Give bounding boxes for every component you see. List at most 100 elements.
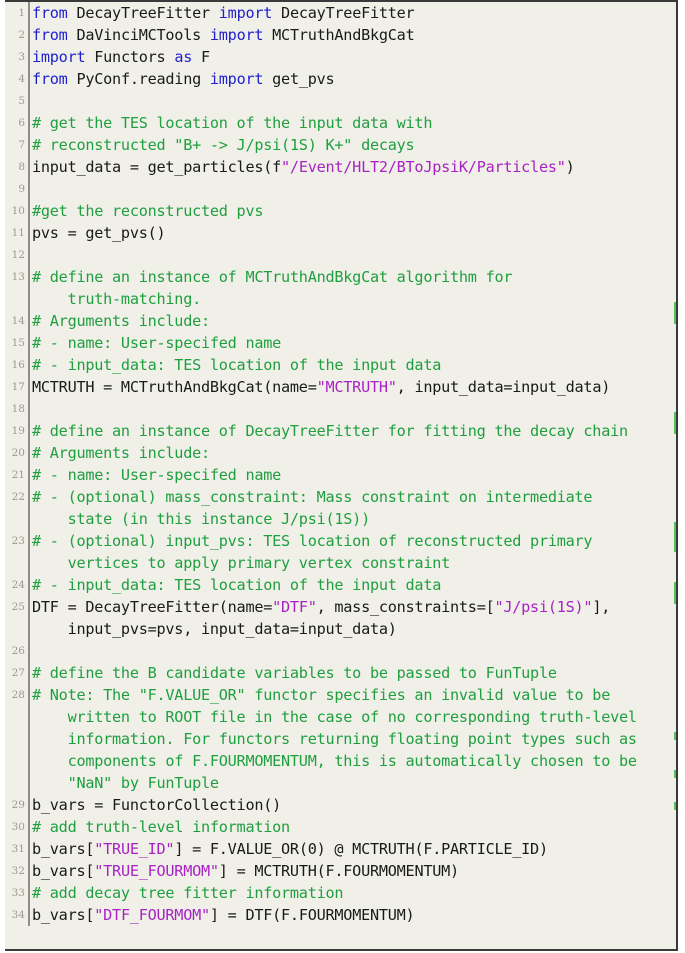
line-number <box>5 508 25 530</box>
gutter-rule <box>28 596 30 618</box>
token-cm: vertices to apply primary vertex constra… <box>32 554 451 572</box>
code-line: 26 <box>5 640 676 662</box>
code-text: b_vars = FunctorCollection() <box>32 794 281 816</box>
line-number <box>5 706 25 728</box>
code-line: 23 # - (optional) input_pvs: TES location… <box>5 530 676 552</box>
code-line: 5 <box>5 90 676 112</box>
token-tx: ] = MCTRUTH(F.FOURMOMENTUM) <box>218 862 459 880</box>
line-number: 24 <box>11 579 25 591</box>
line-number: 28 <box>11 689 25 701</box>
gutter-rule <box>28 46 30 68</box>
token-kw: import <box>209 26 264 44</box>
code-text: written to ROOT file in the case of no c… <box>32 706 637 728</box>
code-text: # - (optional) mass_constraint: Mass con… <box>32 486 593 508</box>
gutter-rule <box>28 222 30 244</box>
gutter-rule <box>28 310 30 332</box>
code-listing: 1 from DecayTreeFitter import DecayTreeFi… <box>5 0 678 951</box>
token-tx: input_data = get_particles(f <box>32 158 282 176</box>
left-margin-mask <box>0 0 5 953</box>
token-cm: # - input_data: TES location of the inpu… <box>32 356 442 374</box>
token-st: "DTF_FOURMOM" <box>94 906 210 924</box>
code-text: # define an instance of MCTruthAndBkgCat… <box>32 266 513 288</box>
code-text: import Functors as F <box>32 46 210 68</box>
gutter-rule <box>28 508 30 530</box>
gutter-rule <box>28 662 30 684</box>
line-number: 23 <box>11 535 25 547</box>
code-line: 11 pvs = get_pvs() <box>5 222 676 244</box>
code-line: 22 # - (optional) mass_constraint: Mass c… <box>5 486 676 508</box>
code-line: 29 b_vars = FunctorCollection() <box>5 794 676 816</box>
gutter-rule <box>28 376 30 398</box>
line-number: 14 <box>11 315 25 327</box>
line-number: 2 <box>18 29 25 41</box>
line-number: 19 <box>11 425 25 437</box>
token-tx: b_vars[ <box>32 906 95 924</box>
code-line: 18 <box>5 398 676 420</box>
token-tx: F <box>192 48 210 66</box>
code-line: 19 # define an instance of DecayTreeFitte… <box>5 420 676 442</box>
code-text: # define an instance of DecayTreeFitter … <box>32 420 628 442</box>
code-text: # - input_data: TES location of the inpu… <box>32 354 441 376</box>
token-st: "/Event/HLT2/BToJpsiK/Particles" <box>281 158 566 176</box>
line-number: 12 <box>11 249 25 261</box>
change-bar <box>674 412 676 434</box>
gutter-rule <box>28 266 30 288</box>
gutter-rule <box>28 552 30 574</box>
gutter-rule <box>28 398 30 420</box>
code-line: 34 b_vars["DTF_FOURMOM"] = DTF(F.FOURMOME… <box>5 904 676 926</box>
token-cm: # - (optional) input_pvs: TES location o… <box>32 532 593 550</box>
token-cm: #get the reconstructed pvs <box>32 202 264 220</box>
token-st: "MCTRUTH" <box>316 378 397 396</box>
token-st: "TRUE_ID" <box>94 840 175 858</box>
code-line: written to ROOT file in the case of no c… <box>5 706 676 728</box>
gutter-rule <box>28 772 30 794</box>
line-number: 21 <box>11 469 25 481</box>
gutter-rule <box>28 882 30 904</box>
line-number: 27 <box>11 667 25 679</box>
token-tx: DecayTreeFitter <box>67 4 219 22</box>
gutter-rule <box>28 816 30 838</box>
gutter-rule <box>28 464 30 486</box>
token-cm: # define an instance of DecayTreeFitter … <box>32 422 628 440</box>
line-number: 9 <box>18 183 25 195</box>
code-line: 14 # Arguments include: <box>5 310 676 332</box>
token-cm: # - (optional) mass_constraint: Mass con… <box>32 488 593 506</box>
code-text: components of F.FOURMOMENTUM, this is au… <box>32 750 637 772</box>
token-st: "DTF" <box>272 598 317 616</box>
code-text: # - name: User-specifed name <box>32 464 281 486</box>
code-text: DTF = DecayTreeFitter(name="DTF", mass_c… <box>32 596 610 618</box>
change-bar <box>674 522 676 552</box>
code-text: # define the B candidate variables to be… <box>32 662 557 684</box>
code-line: 28 # Note: The "F.VALUE_OR" functor speci… <box>5 684 676 706</box>
gutter-rule <box>28 420 30 442</box>
code-lines: 1 from DecayTreeFitter import DecayTreeFi… <box>5 2 676 926</box>
gutter-rule <box>28 684 30 706</box>
line-number: 15 <box>11 337 25 349</box>
code-text: # add decay tree fitter information <box>32 882 344 904</box>
gutter-rule <box>28 90 30 112</box>
token-cm: # define an instance of MCTruthAndBkgCat… <box>32 268 513 286</box>
token-tx: pvs = get_pvs() <box>32 224 166 242</box>
token-cm: # Arguments include: <box>32 444 210 462</box>
code-text: # add truth-level information <box>32 816 290 838</box>
code-line: 9 <box>5 178 676 200</box>
gutter-rule <box>28 618 30 640</box>
code-line: 27 # define the B candidate variables to … <box>5 662 676 684</box>
gutter-rule <box>28 68 30 90</box>
token-st: "TRUE_FOURMOM" <box>94 862 219 880</box>
line-number: 6 <box>18 117 25 129</box>
code-line: 13 # define an instance of MCTruthAndBkgC… <box>5 266 676 288</box>
line-number: 3 <box>18 51 25 63</box>
change-bar <box>674 770 676 778</box>
token-tx: input_pvs=pvs, input_data=input_data) <box>32 620 397 638</box>
code-text: # Arguments include: <box>32 310 210 332</box>
token-tx: , mass_constraints=[ <box>316 598 495 616</box>
code-line: input_pvs=pvs, input_data=input_data) <box>5 618 676 640</box>
gutter-rule <box>28 530 30 552</box>
code-text: # - (optional) input_pvs: TES location o… <box>32 530 593 552</box>
line-number: 20 <box>11 447 25 459</box>
line-number: 18 <box>11 403 25 415</box>
code-line: 2 from DaVinciMCTools import MCTruthAndBk… <box>5 24 676 46</box>
code-text: pvs = get_pvs() <box>32 222 166 244</box>
token-cm: # Note: The "F.VALUE_OR" functor specifi… <box>32 686 611 704</box>
